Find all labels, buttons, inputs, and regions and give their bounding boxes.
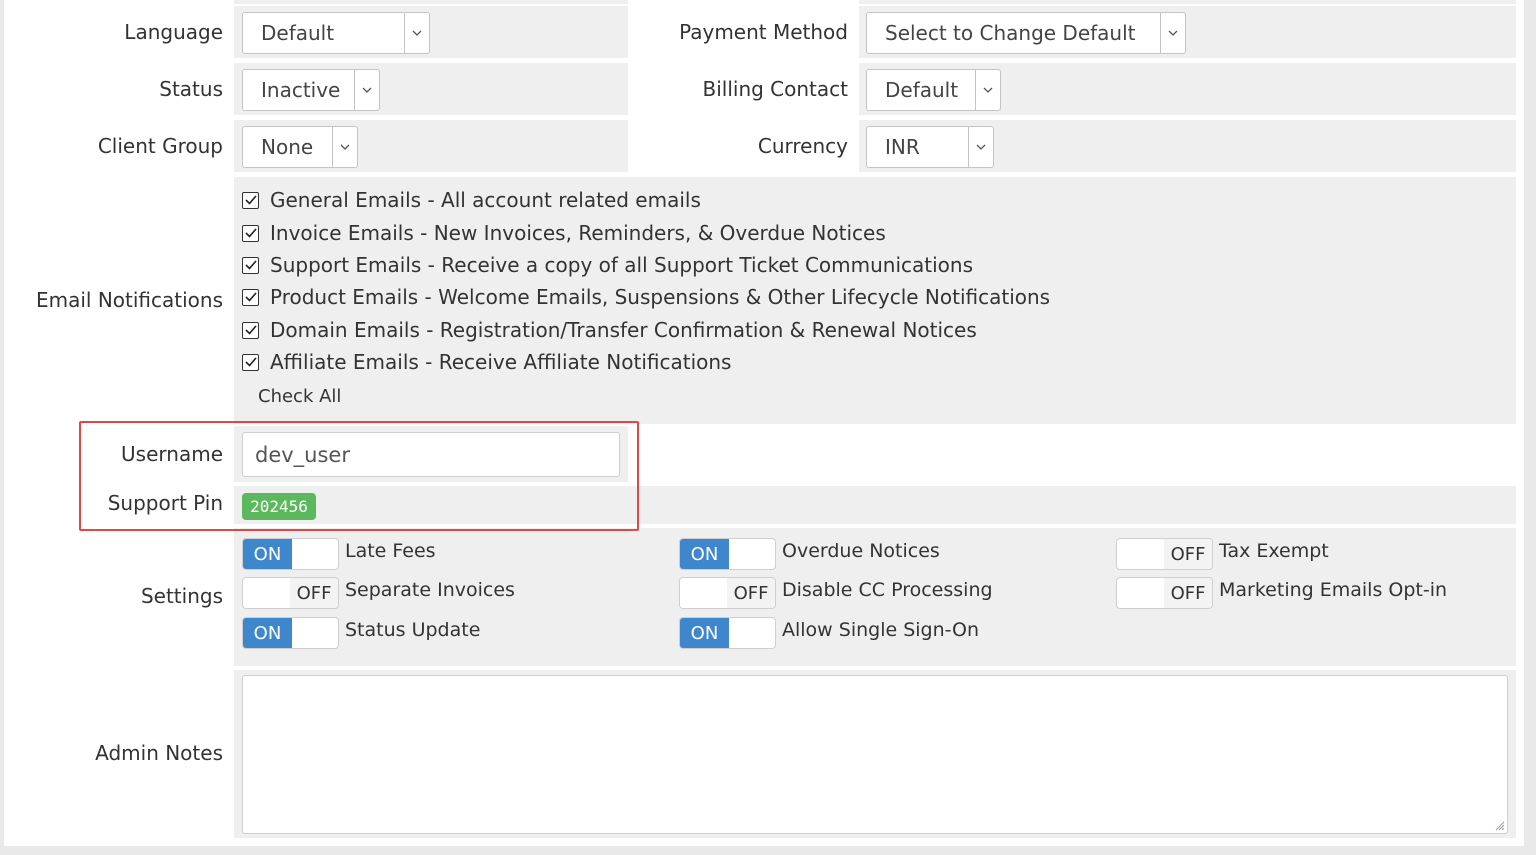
toggle-on-text: ON [680,539,729,569]
checkbox[interactable] [242,224,259,242]
checkbox-label: Affiliate Emails - Receive Affiliate Not… [270,350,732,374]
language-select[interactable]: Default [242,12,430,54]
resize-grip-icon[interactable] [1495,821,1505,831]
invoice-emails-checkbox-row[interactable]: Invoice Emails - New Invoices, Reminders… [242,218,886,248]
chevron-down-icon [1160,13,1185,53]
status-update-toggle[interactable]: ON [242,617,339,649]
client-group-value: None [261,135,314,159]
email-notifications-label: Email Notifications [35,288,223,312]
bottom-divider [0,846,1536,855]
field-bg [859,0,1516,4]
admin-notes-label: Admin Notes [95,741,223,765]
currency-select[interactable]: INR [866,126,994,168]
toggle-off-text: OFF [1164,539,1212,569]
chevron-down-icon [404,13,429,53]
checkbox[interactable] [242,321,259,339]
separate-invoices-toggle[interactable]: OFF [242,577,339,609]
toggle-on-text: ON [680,618,729,648]
general-emails-checkbox-row[interactable]: General Emails - All account related ema… [242,185,701,215]
chevron-down-icon [975,70,1000,110]
checkbox-label: Invoice Emails - New Invoices, Reminders… [270,221,886,245]
marketing-emails-opt-in-label: Marketing Emails Opt-in [1219,579,1448,601]
disable-cc-processing-label: Disable CC Processing [782,579,993,601]
status-update-label: Status Update [345,619,481,641]
payment-method-label: Payment Method [679,20,848,44]
currency-value: INR [885,135,920,159]
toggle-on-text: ON [243,539,292,569]
toggle-off-text: OFF [1164,578,1212,608]
checkbox[interactable] [242,191,259,209]
language-value: Default [261,21,335,45]
product-emails-checkbox-row[interactable]: Product Emails - Welcome Emails, Suspens… [242,282,1050,312]
toggle-on-text: ON [243,618,292,648]
checkbox-label: Domain Emails - Registration/Transfer Co… [270,318,977,342]
status-value: Inactive [261,78,341,102]
payment-method-value: Select to Change Default [885,21,1136,45]
late-fees-label: Late Fees [345,540,436,562]
checkbox[interactable] [242,353,259,371]
currency-label: Currency [757,134,848,158]
disable-cc-processing-toggle[interactable]: OFF [679,577,776,609]
field-bg [234,0,628,4]
tax-exempt-toggle[interactable]: OFF [1116,538,1213,570]
highlight-box [79,421,639,531]
billing-contact-value: Default [885,78,959,102]
billing-contact-label: Billing Contact [702,77,849,101]
allow-single-sign-on-toggle[interactable]: ON [679,617,776,649]
checkbox-label: Product Emails - Welcome Emails, Suspens… [270,285,1051,309]
status-label: Status [159,77,223,101]
chevron-down-icon [354,70,379,110]
toggle-off-text: OFF [290,578,338,608]
overdue-notices-toggle[interactable]: ON [679,538,776,570]
status-select[interactable]: Inactive [242,69,380,111]
affiliate-emails-checkbox-row[interactable]: Affiliate Emails - Receive Affiliate Not… [242,347,731,377]
checkbox-label: Support Emails - Receive a copy of all S… [270,253,974,277]
allow-single-sign-on-label: Allow Single Sign-On [782,619,980,641]
domain-emails-checkbox-row[interactable]: Domain Emails - Registration/Transfer Co… [242,315,977,345]
separate-invoices-label: Separate Invoices [345,579,515,601]
marketing-emails-opt-in-toggle[interactable]: OFF [1116,577,1213,609]
client-group-select[interactable]: None [242,126,358,168]
checkbox-label: General Emails - All account related ema… [270,188,701,212]
late-fees-toggle[interactable]: ON [242,538,339,570]
overdue-notices-label: Overdue Notices [782,540,940,562]
language-label: Language [124,20,223,44]
billing-contact-select[interactable]: Default [866,69,1001,111]
checkbox[interactable] [242,256,259,274]
toggle-off-text: OFF [727,578,775,608]
check-all-link[interactable]: Check All [258,386,341,407]
tax-exempt-label: Tax Exempt [1219,540,1329,562]
admin-notes-textarea[interactable] [242,675,1508,834]
chevron-down-icon [332,127,357,167]
checkbox[interactable] [242,288,259,306]
client-group-label: Client Group [97,134,223,158]
settings-label: Settings [140,584,223,608]
payment-method-select[interactable]: Select to Change Default [866,12,1186,54]
support-emails-checkbox-row[interactable]: Support Emails - Receive a copy of all S… [242,250,973,280]
chevron-down-icon [968,127,993,167]
